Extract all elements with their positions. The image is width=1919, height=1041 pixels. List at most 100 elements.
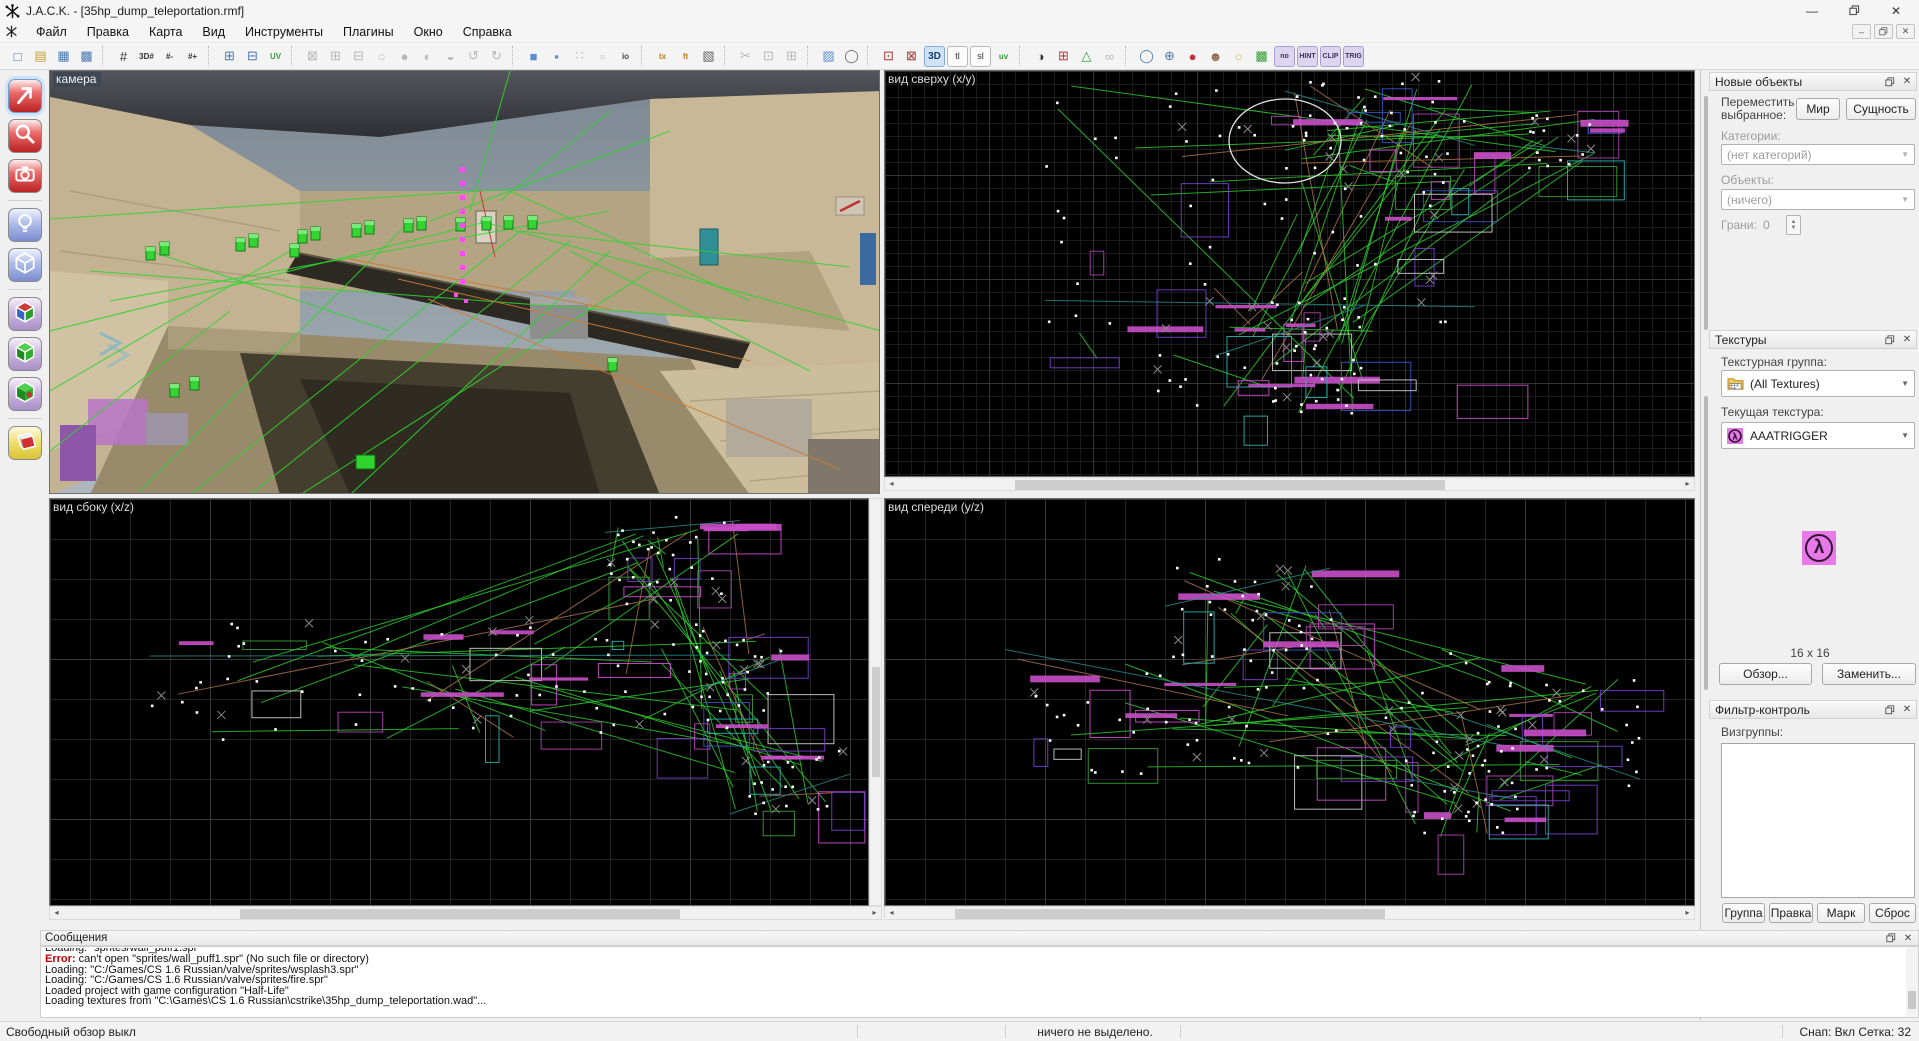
vertex-box-icon[interactable]: ⊞ <box>1053 46 1074 67</box>
textures-panel-header[interactable]: Текстуры ✕ <box>1709 330 1917 349</box>
lasso-select-icon[interactable]: ◯ <box>841 46 862 67</box>
model-render-icon[interactable]: ▩ <box>1251 46 1272 67</box>
rotate-left-icon[interactable]: ↺ <box>463 46 484 67</box>
viewport-front[interactable]: вид спереди (y/z) <box>884 498 1695 906</box>
carve-icon[interactable]: ⊠ <box>302 46 323 67</box>
float-panel-icon[interactable] <box>1884 704 1896 716</box>
larger-block-icon[interactable]: ■ <box>523 46 544 67</box>
clip-toggle[interactable]: CLIP <box>1320 46 1341 67</box>
filter-reset-button[interactable]: Сброс <box>1869 903 1916 923</box>
messages-log[interactable]: Loading: "sprites/wall_puff1.spr"Error: … <box>40 946 1919 1018</box>
menu-вид[interactable]: Вид <box>192 23 235 41</box>
mdi-close-button[interactable]: ✕ <box>1896 24 1915 39</box>
toggle-3d-grid-icon[interactable]: 3D# <box>136 46 157 67</box>
magnify-tool[interactable] <box>8 119 42 153</box>
hatch-pattern-icon[interactable]: ▨ <box>818 46 839 67</box>
copy-icon[interactable]: ⊡ <box>758 46 779 67</box>
visgroups-listbox[interactable] <box>1721 743 1915 898</box>
browse-textures-icon[interactable]: ▧ <box>698 46 719 67</box>
close-panel-icon[interactable]: ✕ <box>1901 704 1913 716</box>
texture-group-combobox[interactable]: (All Textures) ▼ <box>1721 370 1915 397</box>
show-objects-icon[interactable]: ● <box>394 46 415 67</box>
rotate-right-icon[interactable]: ↻ <box>486 46 507 67</box>
entity-report-icon[interactable]: ▫ <box>592 46 613 67</box>
cut-icon[interactable]: ✂ <box>735 46 756 67</box>
viewport-top[interactable]: вид сверху (x/y) <box>884 70 1695 477</box>
ignore-groups-icon[interactable]: ∞ <box>1099 46 1120 67</box>
texture-fit-icon[interactable]: ft <box>675 46 696 67</box>
uv-lock-icon[interactable]: UV <box>265 46 286 67</box>
float-panel-icon[interactable] <box>1885 932 1897 944</box>
wireframe-sphere-icon[interactable]: ◯ <box>1136 46 1157 67</box>
menu-файл[interactable]: Файл <box>26 23 77 41</box>
flip-vertical-icon[interactable]: ◒ <box>440 46 461 67</box>
smaller-block-icon[interactable]: ▪ <box>546 46 567 67</box>
apply-texture-tool[interactable] <box>8 337 42 371</box>
camera-tool[interactable] <box>8 159 42 193</box>
light-preview-icon[interactable]: ○ <box>1228 46 1249 67</box>
player-model-icon[interactable]: ☻ <box>1205 46 1226 67</box>
close-panel-icon[interactable]: ✕ <box>1902 932 1914 944</box>
apply-decals-tool[interactable] <box>8 377 42 411</box>
mdi-restore-button[interactable] <box>1874 24 1893 39</box>
close-button[interactable]: ✕ <box>1875 0 1917 21</box>
restore-button[interactable] <box>1833 0 1875 21</box>
clipping-tool[interactable] <box>8 426 42 460</box>
browse-textures-button[interactable]: Обзор... <box>1719 663 1812 685</box>
io-links-icon[interactable]: io <box>615 46 636 67</box>
messages-header[interactable]: Сообщения ✕ <box>40 930 1919 946</box>
minimize-button[interactable]: — <box>1791 0 1833 21</box>
viewport-side[interactable]: вид сбоку (x/z) <box>49 498 869 906</box>
panel-grip[interactable] <box>1704 96 1708 330</box>
current-texture-combobox[interactable]: λ AAATRIGGER ▼ <box>1721 422 1915 449</box>
hide-objects-icon[interactable]: ○ <box>371 46 392 67</box>
mdi-minimize-button[interactable]: – <box>1852 24 1871 39</box>
menu-карта[interactable]: Карта <box>139 23 192 41</box>
filter-group-button[interactable]: Группа <box>1722 903 1765 923</box>
faces-mode-icon[interactable]: ◑ <box>1030 46 1051 67</box>
select-inside-icon[interactable]: ⊠ <box>901 46 922 67</box>
close-panel-icon[interactable]: ✕ <box>1901 334 1913 346</box>
categories-combobox[interactable]: (нет категорий)▼ <box>1721 144 1915 165</box>
ungroup-icon[interactable]: ⊟ <box>348 46 369 67</box>
uv-follow-icon[interactable]: uv <box>993 46 1014 67</box>
open-file-icon[interactable]: ▤ <box>30 46 51 67</box>
side-view-hscrollbar[interactable]: ◂▸ <box>49 906 882 920</box>
paste-icon[interactable]: ⊞ <box>781 46 802 67</box>
replace-texture-button[interactable]: Заменить... <box>1822 663 1916 685</box>
menu-справка[interactable]: Справка <box>453 23 522 41</box>
filter-panel-header[interactable]: Фильтр-контроль ✕ <box>1709 700 1917 719</box>
filter-edit-button[interactable]: Правка <box>1769 903 1813 923</box>
flip-horizontal-icon[interactable]: ◐ <box>417 46 438 67</box>
close-panel-icon[interactable]: ✕ <box>1901 76 1913 88</box>
snap-to-grid-icon[interactable]: ⊞ <box>219 46 240 67</box>
texture-application-tool[interactable] <box>8 297 42 331</box>
menu-правка[interactable]: Правка <box>77 23 139 41</box>
selection-tool[interactable] <box>8 79 42 113</box>
to-entity-button[interactable]: Сущность <box>1846 98 1916 120</box>
to-world-button[interactable]: Мир <box>1796 98 1840 120</box>
filter-mark-button[interactable]: Марк <box>1817 903 1865 923</box>
sprite-render-icon[interactable]: ● <box>1182 46 1203 67</box>
trig-toggle[interactable]: TRIG <box>1343 46 1364 67</box>
select-touching-icon[interactable]: ⊡ <box>878 46 899 67</box>
messages-scrollbar[interactable] <box>1906 947 1918 1017</box>
toggle-grid-icon[interactable]: # <box>113 46 134 67</box>
objects-combobox[interactable]: (ничего)▼ <box>1721 189 1915 210</box>
orbit-sphere-icon[interactable]: ⊕ <box>1159 46 1180 67</box>
sprite-lock-toggle[interactable]: sl <box>970 46 991 67</box>
smaller-grid-icon[interactable]: #- <box>159 46 180 67</box>
hint-toggle[interactable]: HINT <box>1297 46 1318 67</box>
viewport-camera[interactable]: камера <box>49 70 880 494</box>
float-panel-icon[interactable] <box>1884 76 1896 88</box>
new-objects-panel-header[interactable]: Новые объекты ✕ <box>1709 72 1917 91</box>
new-file-icon[interactable]: □ <box>7 46 28 67</box>
menu-окно[interactable]: Окно <box>404 23 453 41</box>
nodraw-toggle[interactable]: no <box>1274 46 1295 67</box>
select-mode-icon[interactable]: ∷ <box>569 46 590 67</box>
texture-lock-icon[interactable]: tx <box>652 46 673 67</box>
group-icon[interactable]: ⊞ <box>325 46 346 67</box>
side-view-vscrollbar[interactable] <box>869 498 882 906</box>
menu-плагины[interactable]: Плагины <box>333 23 404 41</box>
faces-stepper[interactable]: ▲▼ <box>1786 215 1801 235</box>
